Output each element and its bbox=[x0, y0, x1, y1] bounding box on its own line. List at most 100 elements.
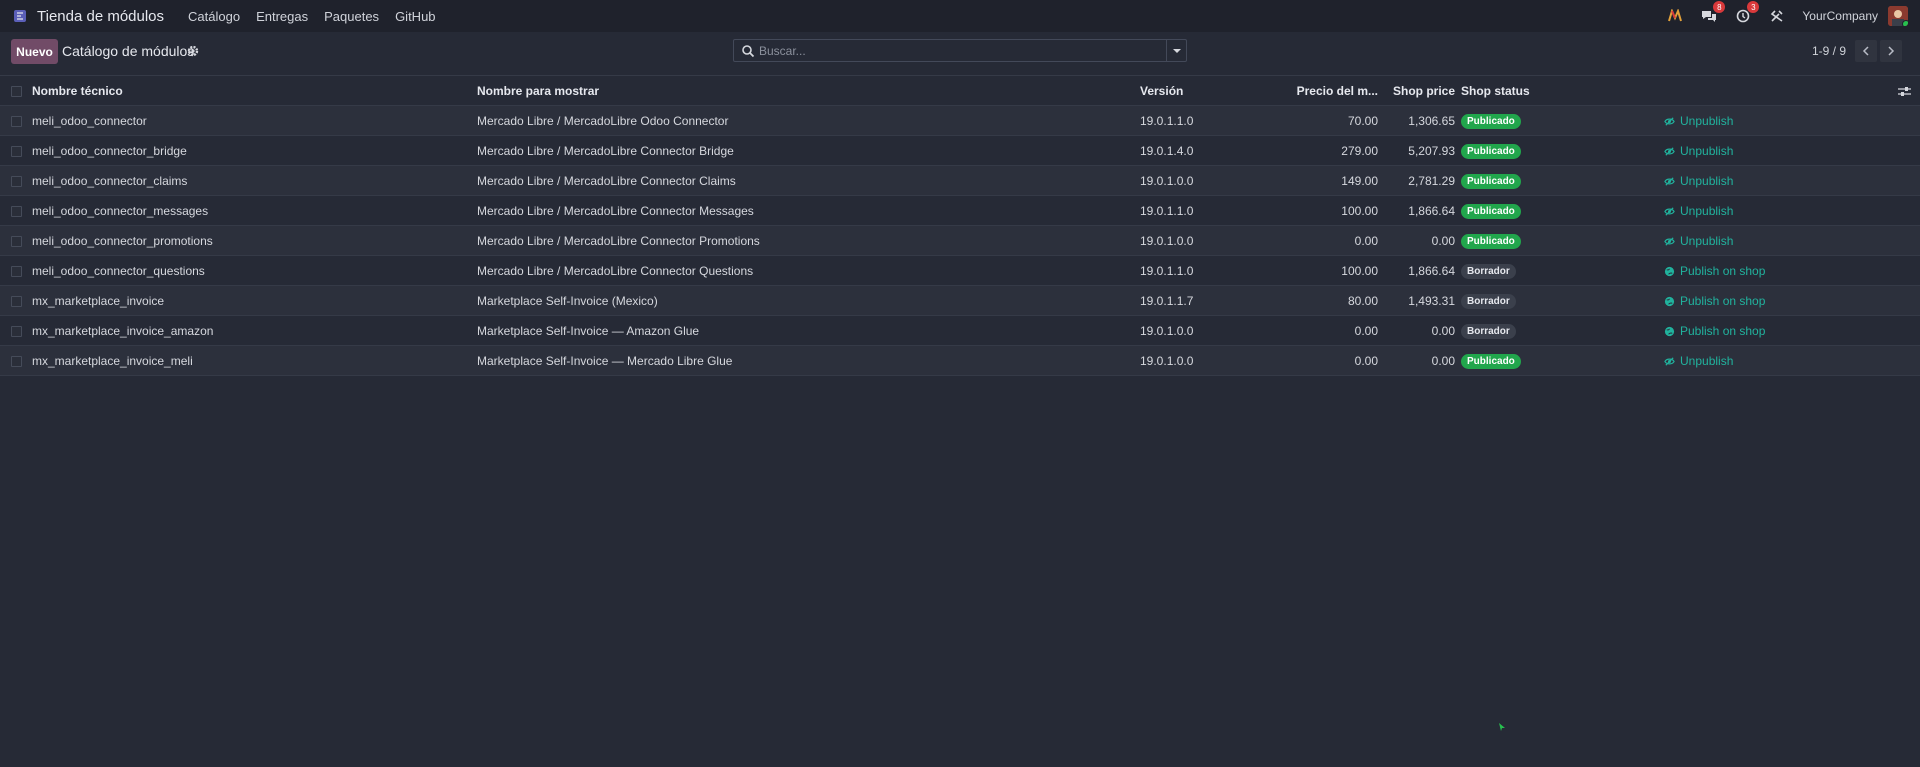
version-cell: 19.0.1.1.0 bbox=[1140, 264, 1194, 278]
apps-menu-icon[interactable] bbox=[12, 8, 28, 24]
systray: 8 3 YourCompany bbox=[1658, 0, 1908, 32]
globe-icon bbox=[1664, 266, 1675, 276]
version-cell: 19.0.1.1.7 bbox=[1140, 294, 1194, 308]
price-cell: 100.00 bbox=[1341, 204, 1378, 218]
nav-menu: Catálogo Entregas Paquetes GitHub bbox=[180, 9, 444, 24]
status-badge: Publicado bbox=[1461, 113, 1521, 129]
column-header-display-name[interactable]: Nombre para mostrar bbox=[477, 76, 599, 106]
action-label: Unpublish bbox=[1680, 354, 1734, 368]
table-row[interactable]: meli_odoo_connector_bridge Mercado Libre… bbox=[0, 136, 1920, 166]
gear-icon[interactable] bbox=[187, 45, 199, 57]
shop-price-cell: 0.00 bbox=[1431, 234, 1455, 248]
column-header-shop-status[interactable]: Shop status bbox=[1461, 76, 1530, 106]
pager: 1-9 / 9 bbox=[1812, 40, 1902, 62]
search-options-toggle[interactable] bbox=[1166, 40, 1186, 61]
column-header-shop-price[interactable]: Shop price bbox=[1384, 76, 1455, 106]
technical-name-cell: meli_odoo_connector_claims bbox=[32, 174, 188, 188]
row-checkbox[interactable] bbox=[11, 316, 23, 346]
table-row[interactable]: meli_odoo_connector Mercado Libre / Merc… bbox=[0, 106, 1920, 136]
row-checkbox[interactable] bbox=[11, 226, 23, 256]
company-switcher[interactable]: YourCompany bbox=[1802, 9, 1878, 23]
status-badge: Borrador bbox=[1461, 293, 1516, 309]
column-header-price[interactable]: Precio del m... bbox=[1290, 76, 1378, 106]
publish-on-shop-button[interactable]: Publish on shop bbox=[1664, 256, 1765, 286]
display-name-cell: Mercado Libre / MercadoLibre Connector C… bbox=[477, 174, 736, 188]
table-row[interactable]: mx_marketplace_invoice_amazon Marketplac… bbox=[0, 316, 1920, 346]
unpublish-button[interactable]: Unpublish bbox=[1664, 196, 1733, 226]
table-row[interactable]: meli_odoo_connector_claims Mercado Libre… bbox=[0, 166, 1920, 196]
action-label: Publish on shop bbox=[1680, 294, 1766, 308]
messages-count-badge: 8 bbox=[1713, 1, 1726, 13]
optional-columns-icon[interactable] bbox=[1898, 76, 1912, 106]
version-cell: 19.0.1.0.0 bbox=[1140, 324, 1194, 338]
table-row[interactable]: meli_odoo_connector_promotions Mercado L… bbox=[0, 226, 1920, 256]
tools-icon[interactable] bbox=[1768, 7, 1786, 25]
nav-item-entregas[interactable]: Entregas bbox=[248, 9, 316, 24]
row-checkbox[interactable] bbox=[11, 136, 23, 166]
table-row[interactable]: meli_odoo_connector_questions Mercado Li… bbox=[0, 256, 1920, 286]
price-cell: 279.00 bbox=[1341, 144, 1378, 158]
display-name-cell: Marketplace Self-Invoice (Mexico) bbox=[477, 294, 658, 308]
globe-icon bbox=[1664, 326, 1675, 336]
action-label: Publish on shop bbox=[1680, 264, 1766, 278]
row-checkbox[interactable] bbox=[11, 346, 23, 376]
unpublish-button[interactable]: Unpublish bbox=[1664, 226, 1733, 256]
shop-price-cell: 0.00 bbox=[1431, 354, 1455, 368]
select-all-checkbox[interactable] bbox=[11, 76, 23, 106]
table-row[interactable]: mx_marketplace_invoice_meli Marketplace … bbox=[0, 346, 1920, 376]
row-checkbox[interactable] bbox=[11, 106, 23, 136]
action-label: Unpublish bbox=[1680, 114, 1734, 128]
clock-icon[interactable]: 3 bbox=[1734, 1, 1760, 25]
mouse-cursor-icon bbox=[1499, 723, 1505, 731]
nav-item-github[interactable]: GitHub bbox=[387, 9, 443, 24]
chat-icon[interactable]: 8 bbox=[1700, 1, 1726, 25]
version-cell: 19.0.1.0.0 bbox=[1140, 234, 1194, 248]
technical-name-cell: meli_odoo_connector_bridge bbox=[32, 144, 187, 158]
search-bar bbox=[733, 39, 1187, 62]
top-navbar: Tienda de módulos Catálogo Entregas Paqu… bbox=[0, 0, 1920, 32]
row-checkbox[interactable] bbox=[11, 166, 23, 196]
search-input[interactable] bbox=[759, 43, 1166, 58]
version-cell: 19.0.1.0.0 bbox=[1140, 354, 1194, 368]
nav-item-paquetes[interactable]: Paquetes bbox=[316, 9, 387, 24]
column-header-technical-name[interactable]: Nombre técnico bbox=[32, 76, 123, 106]
unpublish-button[interactable]: Unpublish bbox=[1664, 136, 1733, 166]
display-name-cell: Mercado Libre / MercadoLibre Odoo Connec… bbox=[477, 114, 729, 128]
shop-status-cell: Borrador bbox=[1461, 256, 1516, 286]
row-checkbox[interactable] bbox=[11, 256, 23, 286]
unpublish-button[interactable]: Unpublish bbox=[1664, 166, 1733, 196]
shop-price-cell: 0.00 bbox=[1431, 324, 1455, 338]
action-label: Unpublish bbox=[1680, 204, 1734, 218]
shop-status-cell: Borrador bbox=[1461, 286, 1516, 316]
row-checkbox[interactable] bbox=[11, 196, 23, 226]
unpublish-button[interactable]: Unpublish bbox=[1664, 106, 1733, 136]
odoo-logo-icon[interactable] bbox=[1666, 7, 1684, 25]
shop-status-cell: Publicado bbox=[1461, 166, 1521, 196]
unpublish-button[interactable]: Unpublish bbox=[1664, 346, 1733, 376]
app-name[interactable]: Tienda de módulos bbox=[37, 8, 164, 25]
eye-slash-icon bbox=[1664, 236, 1675, 246]
technical-name-cell: mx_marketplace_invoice_meli bbox=[32, 354, 193, 368]
chevron-right-icon bbox=[1888, 46, 1895, 56]
display-name-cell: Marketplace Self-Invoice — Mercado Libre… bbox=[477, 354, 733, 368]
display-name-cell: Mercado Libre / MercadoLibre Connector M… bbox=[477, 204, 754, 218]
globe-icon bbox=[1664, 296, 1675, 306]
pager-previous-button[interactable] bbox=[1855, 40, 1877, 62]
pager-next-button[interactable] bbox=[1880, 40, 1902, 62]
row-checkbox[interactable] bbox=[11, 286, 23, 316]
eye-slash-icon bbox=[1664, 146, 1675, 156]
table-row[interactable]: meli_odoo_connector_messages Mercado Lib… bbox=[0, 196, 1920, 226]
pager-value[interactable]: 1-9 / 9 bbox=[1812, 44, 1846, 58]
table-row[interactable]: mx_marketplace_invoice Marketplace Self-… bbox=[0, 286, 1920, 316]
column-header-version[interactable]: Versión bbox=[1140, 76, 1183, 106]
shop-status-cell: Publicado bbox=[1461, 346, 1521, 376]
price-cell: 0.00 bbox=[1354, 234, 1378, 248]
status-badge: Publicado bbox=[1461, 353, 1521, 369]
technical-name-cell: meli_odoo_connector_messages bbox=[32, 204, 209, 218]
new-button[interactable]: Nuevo bbox=[11, 39, 58, 64]
publish-on-shop-button[interactable]: Publish on shop bbox=[1664, 286, 1765, 316]
nav-item-catalogo[interactable]: Catálogo bbox=[180, 9, 248, 24]
user-avatar[interactable] bbox=[1888, 6, 1908, 26]
publish-on-shop-button[interactable]: Publish on shop bbox=[1664, 316, 1765, 346]
display-name-cell: Mercado Libre / MercadoLibre Connector P… bbox=[477, 234, 760, 248]
